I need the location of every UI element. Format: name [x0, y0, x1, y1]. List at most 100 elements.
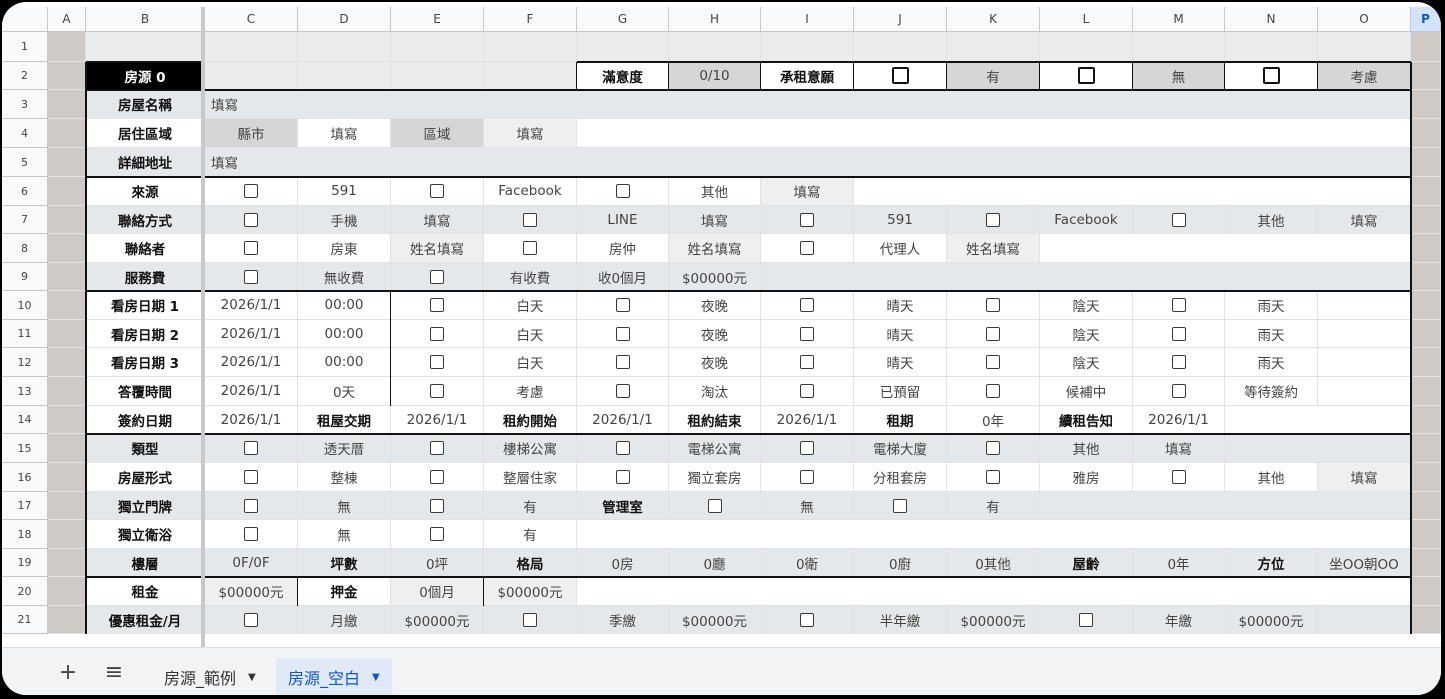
cell-n16[interactable]: 其他: [1225, 463, 1318, 492]
checkbox-icon[interactable]: [1171, 384, 1186, 398]
cell-c1[interactable]: [205, 32, 298, 62]
cell-e16[interactable]: [391, 463, 484, 492]
cell-m14[interactable]: 2026/1/1: [1133, 406, 1225, 434]
cell-b9[interactable]: 服務費: [86, 263, 205, 291]
cell-e8[interactable]: 姓名填寫: [391, 234, 484, 263]
cell-h9[interactable]: $00000元: [669, 263, 761, 291]
cell-c4[interactable]: 縣市: [205, 119, 298, 148]
checkbox-icon[interactable]: [986, 441, 1000, 455]
checkbox-icon[interactable]: [1077, 67, 1095, 84]
cell-o1[interactable]: [1318, 32, 1411, 62]
cell-b12[interactable]: 看房日期 3: [86, 348, 205, 377]
cell-d17[interactable]: 無: [298, 492, 391, 520]
checkbox-icon[interactable]: [800, 212, 814, 227]
cell-d10[interactable]: 00:00: [298, 291, 391, 320]
cell-n10[interactable]: 雨天: [1225, 291, 1318, 320]
cell-b6[interactable]: 來源: [86, 177, 205, 206]
column-header-p[interactable]: P: [1411, 7, 1441, 32]
cell-f10[interactable]: 白天: [484, 291, 577, 320]
cell-n15[interactable]: [1225, 434, 1411, 463]
cell-e18[interactable]: [391, 520, 484, 549]
cell-g13[interactable]: [577, 377, 669, 406]
cell-k15[interactable]: [947, 434, 1040, 463]
cell-g11[interactable]: [577, 320, 669, 348]
column-header-k[interactable]: K: [947, 7, 1040, 32]
cell-a13[interactable]: [48, 377, 86, 406]
checkbox-icon[interactable]: [430, 441, 444, 455]
cell-d19[interactable]: 坪數: [298, 549, 391, 577]
cell-c19[interactable]: 0F/0F: [205, 549, 298, 577]
cell-a6[interactable]: [48, 177, 86, 206]
cell-p16[interactable]: [1411, 463, 1441, 492]
cell-e13[interactable]: [391, 377, 484, 406]
column-header-i[interactable]: I: [761, 7, 854, 32]
cell-p15[interactable]: [1411, 434, 1441, 463]
checkbox-icon[interactable]: [615, 441, 630, 455]
checkbox-icon[interactable]: [1262, 67, 1280, 84]
cell-i14[interactable]: 2026/1/1: [761, 406, 854, 434]
cell-d21[interactable]: 月繳: [298, 606, 391, 634]
cell-a12[interactable]: [48, 348, 86, 377]
cell-j13[interactable]: 已預留: [854, 377, 947, 406]
row-header-20[interactable]: 20: [2, 577, 48, 606]
cell-h8[interactable]: 姓名填寫: [669, 234, 761, 263]
cell-i21[interactable]: [761, 606, 854, 634]
checkbox-icon[interactable]: [615, 184, 630, 198]
checkbox-icon[interactable]: [244, 184, 258, 198]
cell-a19[interactable]: [48, 549, 86, 577]
cell-h21[interactable]: $00000元: [669, 606, 761, 634]
cell-m15[interactable]: 填寫: [1133, 434, 1225, 463]
checkbox-icon[interactable]: [430, 355, 444, 369]
cell-c7[interactable]: [205, 206, 298, 234]
cell-i1[interactable]: [761, 32, 854, 62]
cell-f16[interactable]: 整層住家: [484, 463, 577, 492]
cell-l15[interactable]: 其他: [1040, 434, 1133, 463]
cell-e19[interactable]: 0坪: [391, 549, 484, 577]
checkbox-icon[interactable]: [986, 355, 1000, 369]
cell-d7[interactable]: 手機: [298, 206, 391, 234]
checkbox-icon[interactable]: [244, 441, 258, 455]
cell-h17[interactable]: [669, 492, 761, 520]
checkbox-icon[interactable]: [1171, 212, 1186, 227]
checkbox-icon[interactable]: [244, 241, 258, 255]
cell-i11[interactable]: [761, 320, 854, 348]
cell-f14[interactable]: 租約開始: [484, 406, 577, 434]
cell-f17[interactable]: 有: [484, 492, 577, 520]
cell-k13[interactable]: [947, 377, 1040, 406]
checkbox-icon[interactable]: [430, 470, 444, 484]
cell-e12[interactable]: [391, 348, 484, 377]
cell-j14[interactable]: 租期: [854, 406, 947, 434]
cell-p5[interactable]: [1411, 148, 1441, 177]
cell-n7[interactable]: 其他: [1225, 206, 1318, 234]
cell-a10[interactable]: [48, 291, 86, 320]
chevron-down-icon[interactable]: ▼: [372, 672, 380, 683]
cell-b14[interactable]: 簽約日期: [86, 406, 205, 434]
cell-l1[interactable]: [1040, 32, 1133, 62]
cell-h12[interactable]: 夜晚: [669, 348, 761, 377]
column-header-f[interactable]: F: [484, 7, 577, 32]
checkbox-icon[interactable]: [800, 470, 814, 484]
cell-m10[interactable]: [1133, 291, 1225, 320]
cell-a5[interactable]: [48, 148, 86, 177]
cell-f9[interactable]: 有收費: [484, 263, 577, 291]
cell-g19[interactable]: 0房: [577, 549, 669, 577]
spreadsheet-grid[interactable]: A B C D E F G H I J K L M N O P 1 2 3 4 5 6 7 8 9 10 11 12 13 14 15 16 1…: [2, 2, 1441, 647]
cell-f13[interactable]: 考慮: [484, 377, 577, 406]
checkbox-icon[interactable]: [523, 212, 537, 227]
cell-k14[interactable]: 0年: [947, 406, 1040, 434]
cell-j12[interactable]: 晴天: [854, 348, 947, 377]
checkbox-icon[interactable]: [800, 298, 814, 312]
cell-j1[interactable]: [854, 32, 947, 62]
cell-c12[interactable]: 2026/1/1: [205, 348, 298, 377]
cell-l16[interactable]: 雅房: [1040, 463, 1133, 492]
cell-d9[interactable]: 無收費: [298, 263, 391, 291]
checkbox-icon[interactable]: [430, 184, 444, 198]
cell-l13[interactable]: 候補中: [1040, 377, 1133, 406]
cell-g2[interactable]: 滿意度: [577, 62, 669, 90]
cell-j16[interactable]: 分租套房: [854, 463, 947, 492]
cell-c6[interactable]: [205, 177, 298, 206]
cell-j11[interactable]: 晴天: [854, 320, 947, 348]
cell-h7[interactable]: 填寫: [669, 206, 761, 234]
row-header-9[interactable]: 9: [2, 263, 48, 291]
cell-i9[interactable]: [761, 263, 1411, 291]
